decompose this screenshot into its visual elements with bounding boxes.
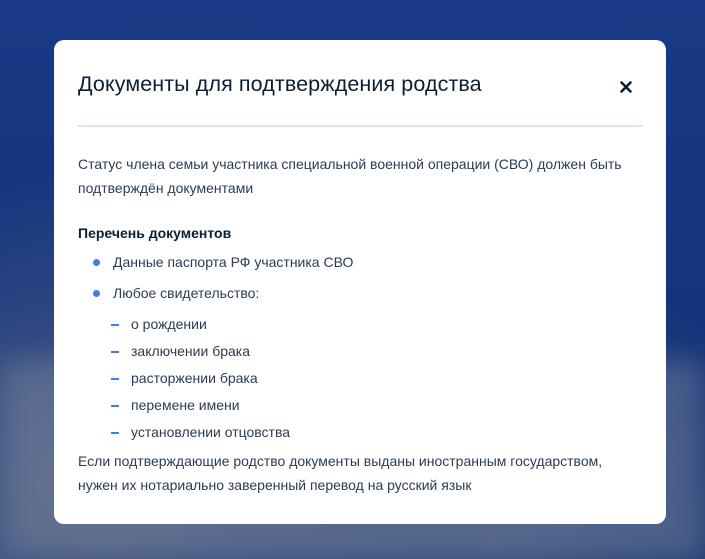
bullet-dot-icon	[93, 259, 100, 266]
bullet-dot-icon	[93, 290, 100, 297]
sub-list-item-label: заключении брака	[131, 343, 250, 359]
close-button[interactable]	[617, 78, 635, 96]
intro-text: Статус члена семьи участника специальной…	[78, 156, 622, 196]
sub-list-item: о рождении	[78, 314, 643, 334]
list-item-passport: Данные паспорта РФ участника СВО	[78, 252, 643, 272]
sub-list-item-label: расторжении брака	[131, 370, 258, 386]
list-item-label: Данные паспорта РФ участника СВО	[113, 254, 354, 270]
dash-icon	[111, 324, 119, 326]
sub-list-item: установлении отцовства	[78, 422, 643, 442]
sub-list-item-label: установлении отцовства	[131, 424, 291, 440]
sub-list-item-label: о рождении	[131, 316, 207, 332]
documents-list: Данные паспорта РФ участника СВО Любое с…	[78, 252, 643, 303]
documents-modal: Документы для подтверждения родства Стат…	[54, 40, 666, 524]
dash-icon	[111, 432, 119, 434]
sub-list-item: заключении брака	[78, 341, 643, 361]
dash-icon	[111, 405, 119, 407]
modal-header: Документы для подтверждения родства	[78, 40, 643, 125]
sub-list-item: расторжении брака	[78, 368, 643, 388]
dash-icon	[111, 351, 119, 353]
dash-icon	[111, 378, 119, 380]
documents-list-title: Перечень документов	[78, 225, 232, 241]
modal-title: Документы для подтверждения родства	[78, 72, 482, 96]
certificate-types-list: о рождении заключении брака расторжении …	[78, 314, 643, 442]
close-icon	[620, 81, 632, 93]
list-item-certificate: Любое свидетельство:	[78, 283, 643, 303]
translation-note: Если подтверждающие родство документы вы…	[78, 453, 603, 493]
list-item-label: Любое свидетельство:	[113, 285, 260, 301]
sub-list-item-label: перемене имени	[131, 397, 240, 413]
sub-list-item: перемене имени	[78, 395, 643, 415]
header-divider	[78, 125, 643, 127]
